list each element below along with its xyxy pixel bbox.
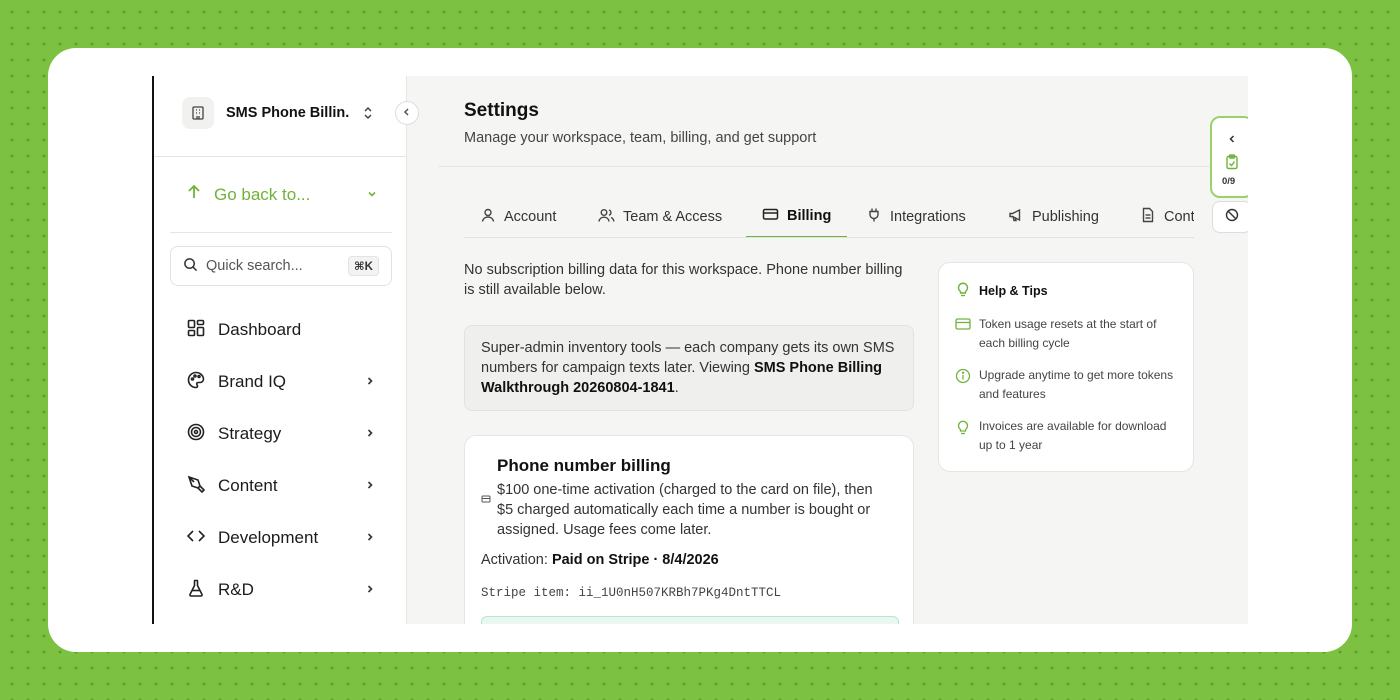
document-icon — [1140, 207, 1156, 227]
go-back-label: Go back to... — [214, 184, 311, 204]
tab-account[interactable]: Account — [464, 196, 572, 237]
chevrons-up-down-icon — [362, 106, 374, 120]
sidebar-item-label: Brand IQ — [218, 372, 287, 391]
help-tip: Upgrade anytime to get more tokens and f… — [955, 366, 1183, 404]
chevron-right-icon — [364, 372, 376, 392]
window-card: SMS Phone Billin... Go back to... Quick … — [48, 48, 1352, 652]
sidebar-item-label: Strategy — [218, 424, 282, 443]
tab-content[interactable]: Cont — [1124, 196, 1194, 237]
help-title: Help & Tips — [955, 281, 1048, 300]
chevron-left-icon — [402, 104, 412, 122]
tab-label: Team & Access — [623, 209, 723, 225]
sidebar-item-content[interactable]: Content — [186, 460, 376, 512]
dashboard-icon — [186, 318, 206, 343]
card-small-icon — [481, 490, 491, 508]
sidebar-divider — [170, 232, 392, 233]
tab-publishing[interactable]: Publishing — [992, 196, 1115, 237]
credit-card-icon — [955, 317, 971, 353]
help-tip: Token usage resets at the start of each … — [955, 315, 1183, 353]
billing-intro-text: No subscription billing data for this wo… — [464, 262, 903, 298]
search-placeholder: Quick search... — [206, 258, 303, 274]
page-title: Settings — [464, 100, 539, 121]
pen-icon — [186, 474, 206, 499]
workspace-switcher[interactable]: SMS Phone Billin... — [182, 96, 382, 130]
search-icon — [183, 257, 198, 276]
help-tip-text: Invoices are available for download up t… — [979, 419, 1167, 452]
tab-label: Cont — [1164, 209, 1194, 225]
sidebar-item-development[interactable]: Development — [186, 512, 376, 564]
help-tips-panel: Help & Tips Token usage resets at the st… — [938, 262, 1194, 472]
building-icon — [182, 97, 214, 129]
user-icon — [480, 207, 496, 227]
status-banner — [481, 616, 899, 624]
arrow-up-icon — [186, 184, 202, 205]
lightbulb-icon — [955, 419, 971, 455]
stripe-item-id: Stripe item: ii_1U0nH507KRBh7PKg4DntTTCL — [481, 586, 782, 600]
tab-label: Publishing — [1032, 209, 1099, 225]
checklist-count: 0/9 — [1222, 176, 1236, 187]
tab-billing[interactable]: Billing — [746, 196, 848, 237]
chevron-right-icon — [364, 476, 376, 496]
palette-icon — [186, 370, 206, 395]
help-tip: Invoices are available for download up t… — [955, 417, 1183, 455]
header-divider — [438, 166, 1248, 167]
page-subtitle: Manage your workspace, team, billing, an… — [464, 130, 817, 146]
settings-tabs: Account Team & Access Billing Integratio… — [464, 196, 1194, 238]
chevron-down-icon — [366, 185, 378, 205]
go-back-button[interactable]: Go back to... — [186, 184, 378, 205]
tab-label: Billing — [787, 208, 832, 224]
tab-label: Integrations — [890, 209, 966, 225]
disable-button[interactable] — [1212, 201, 1248, 233]
sidebar-item-label: R&D — [218, 580, 254, 599]
sidebar-item-dashboard[interactable]: Dashboard — [186, 304, 376, 356]
chevron-right-icon — [364, 580, 376, 600]
users-icon — [598, 207, 615, 227]
phone-billing-title: Phone number billing — [497, 456, 671, 475]
quick-search-input[interactable]: Quick search... ⌘K — [170, 246, 392, 286]
sidebar: SMS Phone Billin... Go back to... Quick … — [152, 76, 407, 624]
tab-integrations[interactable]: Integrations — [850, 196, 982, 237]
checklist-widget[interactable]: 0/9 — [1210, 116, 1248, 198]
activation-label: Activation: — [481, 552, 548, 568]
workspace-name: SMS Phone Billin... — [226, 105, 350, 121]
help-tip-text: Token usage resets at the start of each … — [979, 317, 1157, 350]
sidebar-item-label: Content — [218, 476, 278, 495]
megaphone-icon — [1008, 207, 1024, 227]
chevron-right-icon — [364, 424, 376, 444]
sidebar-item-strategy[interactable]: Strategy — [186, 408, 376, 460]
lightbulb-icon — [955, 281, 971, 300]
search-shortcut: ⌘K — [348, 256, 379, 276]
help-tip-text: Upgrade anytime to get more tokens and f… — [979, 368, 1174, 401]
sidebar-divider — [154, 156, 407, 157]
credit-card-icon — [762, 206, 779, 226]
app-viewport: SMS Phone Billin... Go back to... Quick … — [152, 76, 1248, 624]
sidebar-item-label: Dashboard — [218, 320, 302, 339]
activation-value: Paid on Stripe · 8/4/2026 — [551, 552, 719, 568]
chevron-left-icon — [1226, 132, 1238, 150]
clipboard-check-icon — [1225, 154, 1239, 175]
sidebar-item-r-and-d[interactable]: R&D — [186, 564, 376, 616]
tab-label: Account — [504, 209, 557, 225]
admin-notice: Super-admin inventory tools — each compa… — [464, 325, 914, 411]
phone-billing-description: $100 one-time activation (charged to the… — [497, 482, 873, 538]
target-icon — [186, 422, 206, 447]
plug-icon — [866, 207, 882, 227]
ban-icon — [1225, 208, 1239, 227]
activation-status: Activation: Paid on Stripe · 8/4/2026 — [481, 552, 719, 568]
sidebar-item-label: Development — [218, 528, 319, 547]
help-title-label: Help & Tips — [979, 283, 1048, 298]
phone-billing-card: Phone number billing $100 one-time activ… — [464, 435, 914, 624]
chevron-right-icon — [364, 528, 376, 548]
code-icon — [186, 526, 206, 551]
info-icon — [955, 368, 971, 404]
main-content: Settings Manage your workspace, team, bi… — [408, 76, 1248, 624]
sidebar-item-brand-iq[interactable]: Brand IQ — [186, 356, 376, 408]
sidebar-nav: Dashboard Brand IQ Strategy Content Deve… — [186, 304, 376, 616]
collapse-sidebar-button[interactable] — [395, 101, 419, 125]
notice-suffix: . — [674, 380, 679, 396]
tab-team-access[interactable]: Team & Access — [582, 196, 738, 237]
flask-icon — [186, 578, 206, 603]
